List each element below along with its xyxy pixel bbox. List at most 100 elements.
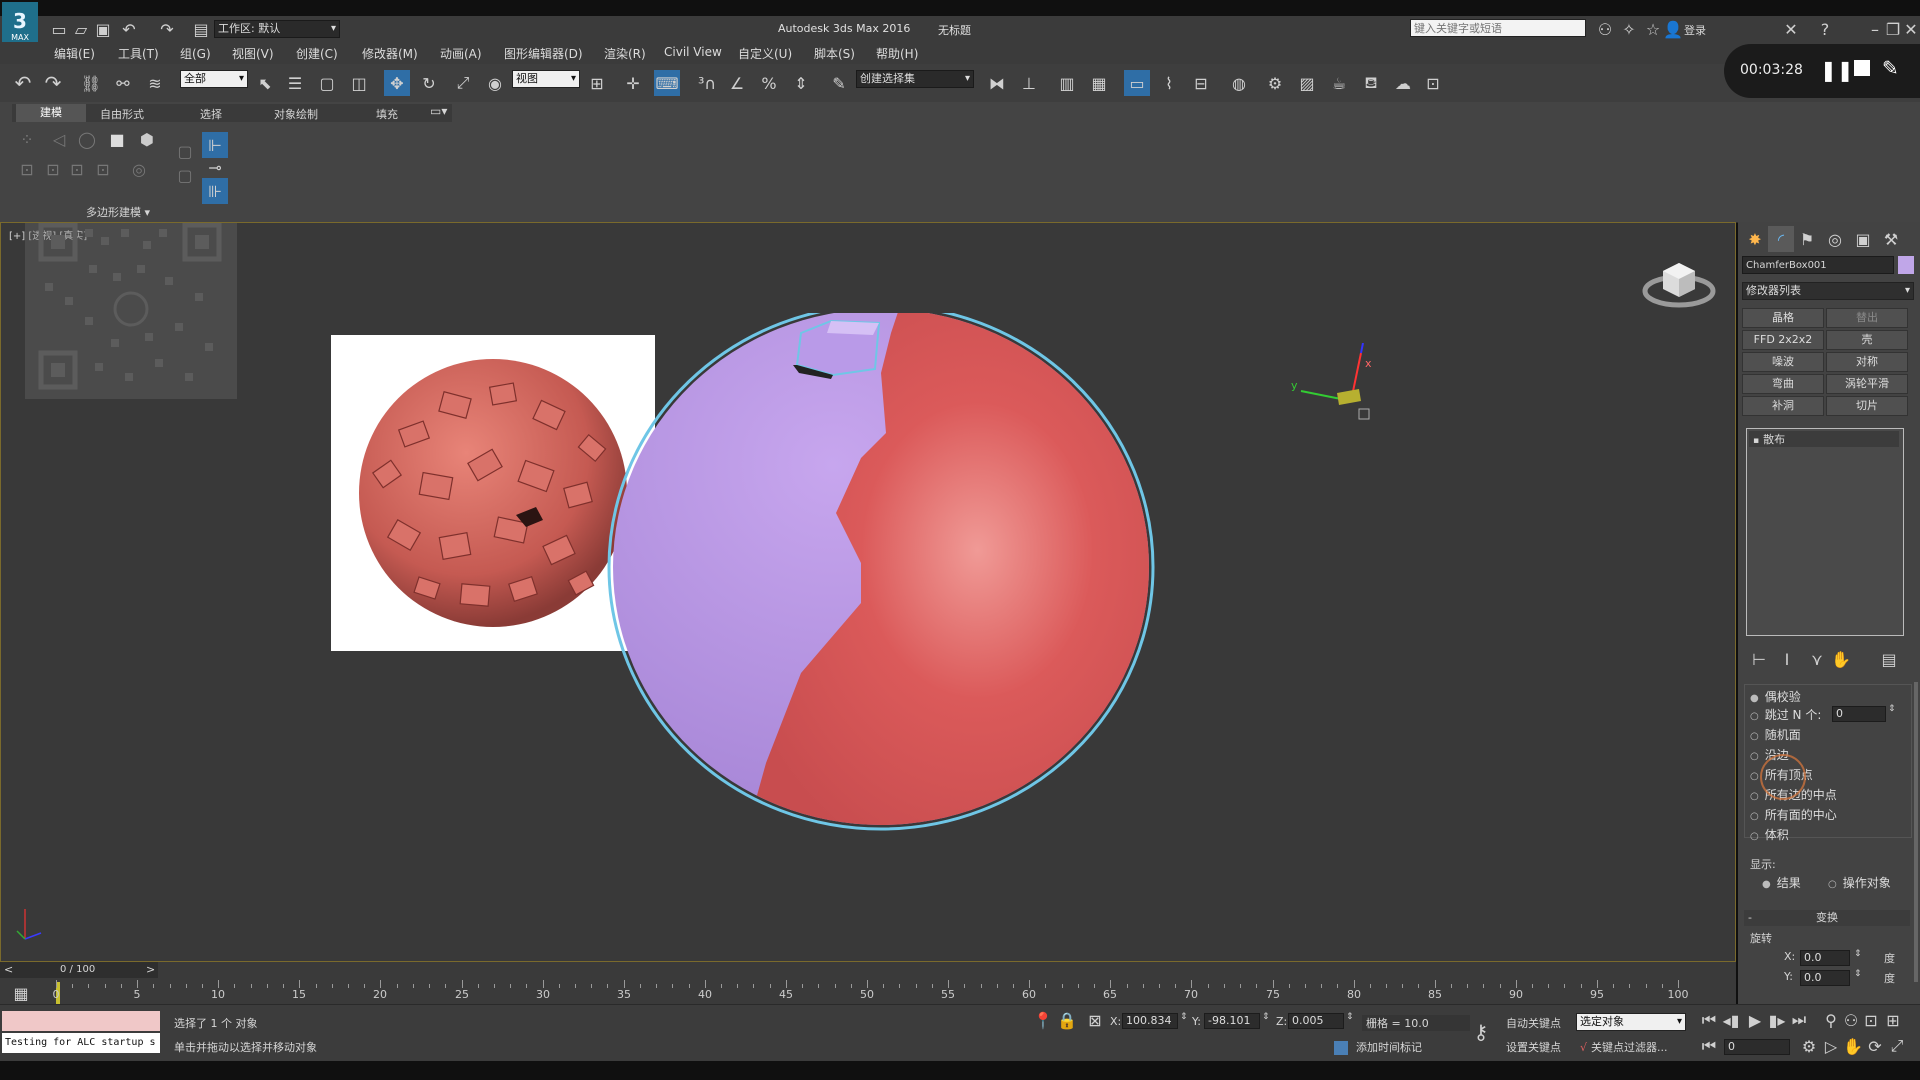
- previous-frame-icon[interactable]: ◂▮: [1718, 1007, 1744, 1033]
- select-manipulate-icon[interactable]: ✛: [620, 70, 646, 96]
- undo-icon[interactable]: ↶: [10, 70, 36, 96]
- selection-filter-select[interactable]: 全部: [180, 70, 248, 88]
- menu-create[interactable]: 创建(C): [296, 45, 338, 62]
- menu-rendering[interactable]: 渲染(R): [604, 45, 646, 62]
- pause-icon[interactable]: ❚❚: [1820, 58, 1854, 82]
- render-setup-icon[interactable]: ⚙: [1262, 70, 1288, 96]
- material-editor-icon[interactable]: ◍: [1226, 70, 1252, 96]
- time-slider-next-icon[interactable]: >: [146, 963, 155, 976]
- ribbon-tool-e-icon[interactable]: ◎: [126, 156, 152, 182]
- track-bar-icon[interactable]: ▦: [8, 980, 34, 1006]
- search-input[interactable]: [1410, 19, 1586, 37]
- set-key-button[interactable]: 设置关键点: [1506, 1039, 1561, 1055]
- rect-selection-icon[interactable]: ▢: [314, 70, 340, 96]
- menu-tools[interactable]: 工具(T): [118, 45, 159, 62]
- utilities-tab-icon[interactable]: ⚒: [1878, 226, 1904, 252]
- ribbon-tool-element-icon[interactable]: ⬢: [134, 126, 160, 152]
- ribbon-tool-c-icon[interactable]: ⊡: [64, 156, 90, 182]
- track-bar[interactable]: 0 5 10 15 20 25 30 35 40 45 50 55 60 65 70 75 80 85 90 95 10…: [53, 978, 1690, 1004]
- remove-modifier-icon[interactable]: ✋: [1828, 646, 1854, 672]
- go-to-end-icon[interactable]: ⏭: [1786, 1007, 1812, 1033]
- ribbon-tool-j-icon[interactable]: ⊪: [202, 178, 228, 204]
- stop-icon[interactable]: [1854, 60, 1870, 76]
- isolate-selection-icon[interactable]: 📍: [1030, 1007, 1056, 1033]
- select-object-icon[interactable]: ⬉: [252, 70, 278, 96]
- hierarchy-tab-icon[interactable]: ⚑: [1794, 226, 1820, 252]
- render-in-cloud-icon[interactable]: ⊡: [1420, 70, 1446, 96]
- redo-icon[interactable]: ↷: [154, 16, 180, 42]
- ribbon-tool-border-icon[interactable]: ◯: [74, 126, 100, 152]
- create-tab-icon[interactable]: ✸: [1742, 226, 1768, 252]
- named-selection-set-select[interactable]: 创建选择集: [856, 70, 974, 88]
- ribbon-tool-f-icon[interactable]: ▢: [172, 138, 198, 164]
- bind-spacewarp-icon[interactable]: ≋: [142, 70, 168, 96]
- time-slider[interactable]: < 0 / 100 >: [0, 962, 158, 978]
- ribbon-options-icon[interactable]: ▭▾: [430, 104, 447, 118]
- coord-z-input[interactable]: 0.005: [1288, 1013, 1344, 1029]
- percent-snap-icon[interactable]: %: [756, 70, 782, 96]
- key-filters-button[interactable]: √ 关键点过滤器...: [1580, 1039, 1668, 1055]
- auto-key-button[interactable]: 自动关键点: [1506, 1015, 1561, 1031]
- coord-x-spinner-icon[interactable]: ⇕: [1180, 1012, 1188, 1022]
- ribbon-toggle-icon[interactable]: ▭: [1124, 70, 1150, 96]
- poly-modeling-label[interactable]: 多边形建模 ▾: [86, 204, 150, 220]
- help-icon[interactable]: ?: [1812, 16, 1838, 42]
- ribbon-tab-populate[interactable]: 填充: [376, 106, 398, 122]
- align-icon[interactable]: ⊥: [1016, 70, 1042, 96]
- radio-even-parity[interactable]: 偶校验: [1750, 688, 1801, 705]
- render-production-icon[interactable]: ☕: [1326, 70, 1352, 96]
- current-frame-input[interactable]: 0: [1724, 1039, 1790, 1055]
- radio-display-result[interactable]: 结果: [1762, 874, 1801, 891]
- skip-n-spinner-icon[interactable]: ⇕: [1888, 704, 1896, 714]
- ribbon-tab-freeform[interactable]: 自由形式: [100, 106, 144, 122]
- scale-icon[interactable]: ⤢: [450, 70, 476, 96]
- maxscript-output[interactable]: Testing for ALC startup s: [2, 1033, 160, 1053]
- ribbon-tab-selection[interactable]: 选择: [200, 106, 222, 122]
- modifier-list-select[interactable]: 修改器列表: [1742, 282, 1914, 300]
- coord-y-spinner-icon[interactable]: ⇕: [1262, 1012, 1270, 1022]
- viewcube[interactable]: [1641, 253, 1717, 313]
- ribbon-tool-i-icon[interactable]: ⊸: [202, 154, 228, 180]
- rotation-x-spinner-icon[interactable]: ⇕: [1854, 949, 1862, 959]
- menu-help[interactable]: 帮助(H): [876, 45, 918, 62]
- binoculars-icon[interactable]: ⚇: [1592, 16, 1618, 42]
- save-file-icon[interactable]: ▣: [90, 16, 116, 42]
- rotation-y-input[interactable]: 0.0: [1800, 970, 1850, 986]
- ribbon-tool-edge-icon[interactable]: ◁: [46, 126, 72, 152]
- stack-item-scatter[interactable]: ▪ 散布: [1749, 431, 1899, 447]
- menu-animation[interactable]: 动画(A): [440, 45, 482, 62]
- object-name-field[interactable]: ChamferBox001: [1742, 256, 1894, 274]
- show-end-result-icon[interactable]: I: [1774, 646, 1800, 672]
- coord-z-spinner-icon[interactable]: ⇕: [1346, 1012, 1354, 1022]
- layer-explorer-icon[interactable]: ▥: [1054, 70, 1080, 96]
- modifier-button-noise[interactable]: 噪波: [1742, 352, 1824, 372]
- menu-views[interactable]: 视图(V): [232, 45, 274, 62]
- place-icon[interactable]: ◉: [482, 70, 508, 96]
- modifier-button-symmetry[interactable]: 对称: [1826, 352, 1908, 372]
- ribbon-tool-d-icon[interactable]: ⊡: [90, 156, 116, 182]
- menu-customize[interactable]: 自定义(U): [738, 45, 792, 62]
- key-target-select[interactable]: 选定对象: [1576, 1013, 1686, 1031]
- curve-editor-icon[interactable]: ⌇: [1156, 70, 1182, 96]
- ribbon-tool-polygon-icon[interactable]: ■: [104, 126, 130, 152]
- rotation-y-spinner-icon[interactable]: ⇕: [1854, 969, 1862, 979]
- menu-group[interactable]: 组(G): [180, 45, 211, 62]
- zoom-extents-all-icon[interactable]: ⊞: [1880, 1007, 1906, 1033]
- angle-snap-icon[interactable]: ∠: [724, 70, 750, 96]
- key-mode-icon[interactable]: ⏮: [1696, 1033, 1722, 1059]
- modifier-button-lattice[interactable]: 晶格: [1742, 308, 1824, 328]
- window-close-icon[interactable]: ✕: [1898, 16, 1920, 42]
- modifier-button-slice[interactable]: 切片: [1826, 396, 1908, 416]
- modifier-button-cap-holes[interactable]: 补洞: [1742, 396, 1824, 416]
- workspace-select[interactable]: 工作区: 默认: [214, 20, 340, 38]
- menu-graph-editors[interactable]: 图形编辑器(D): [504, 45, 583, 62]
- radio-volume[interactable]: 体积: [1750, 826, 1789, 843]
- user-icon[interactable]: 👤: [1660, 16, 1686, 42]
- selection-lock-icon[interactable]: 🔒: [1054, 1007, 1080, 1033]
- reference-coordinate-select[interactable]: 视图: [512, 70, 580, 88]
- configure-sets-icon[interactable]: ▤: [1876, 646, 1902, 672]
- time-slider-prev-icon[interactable]: <: [4, 963, 13, 976]
- motion-tab-icon[interactable]: ◎: [1822, 226, 1848, 252]
- stack-expand-icon[interactable]: ▪: [1753, 436, 1759, 446]
- link-icon[interactable]: ⛓: [78, 70, 104, 96]
